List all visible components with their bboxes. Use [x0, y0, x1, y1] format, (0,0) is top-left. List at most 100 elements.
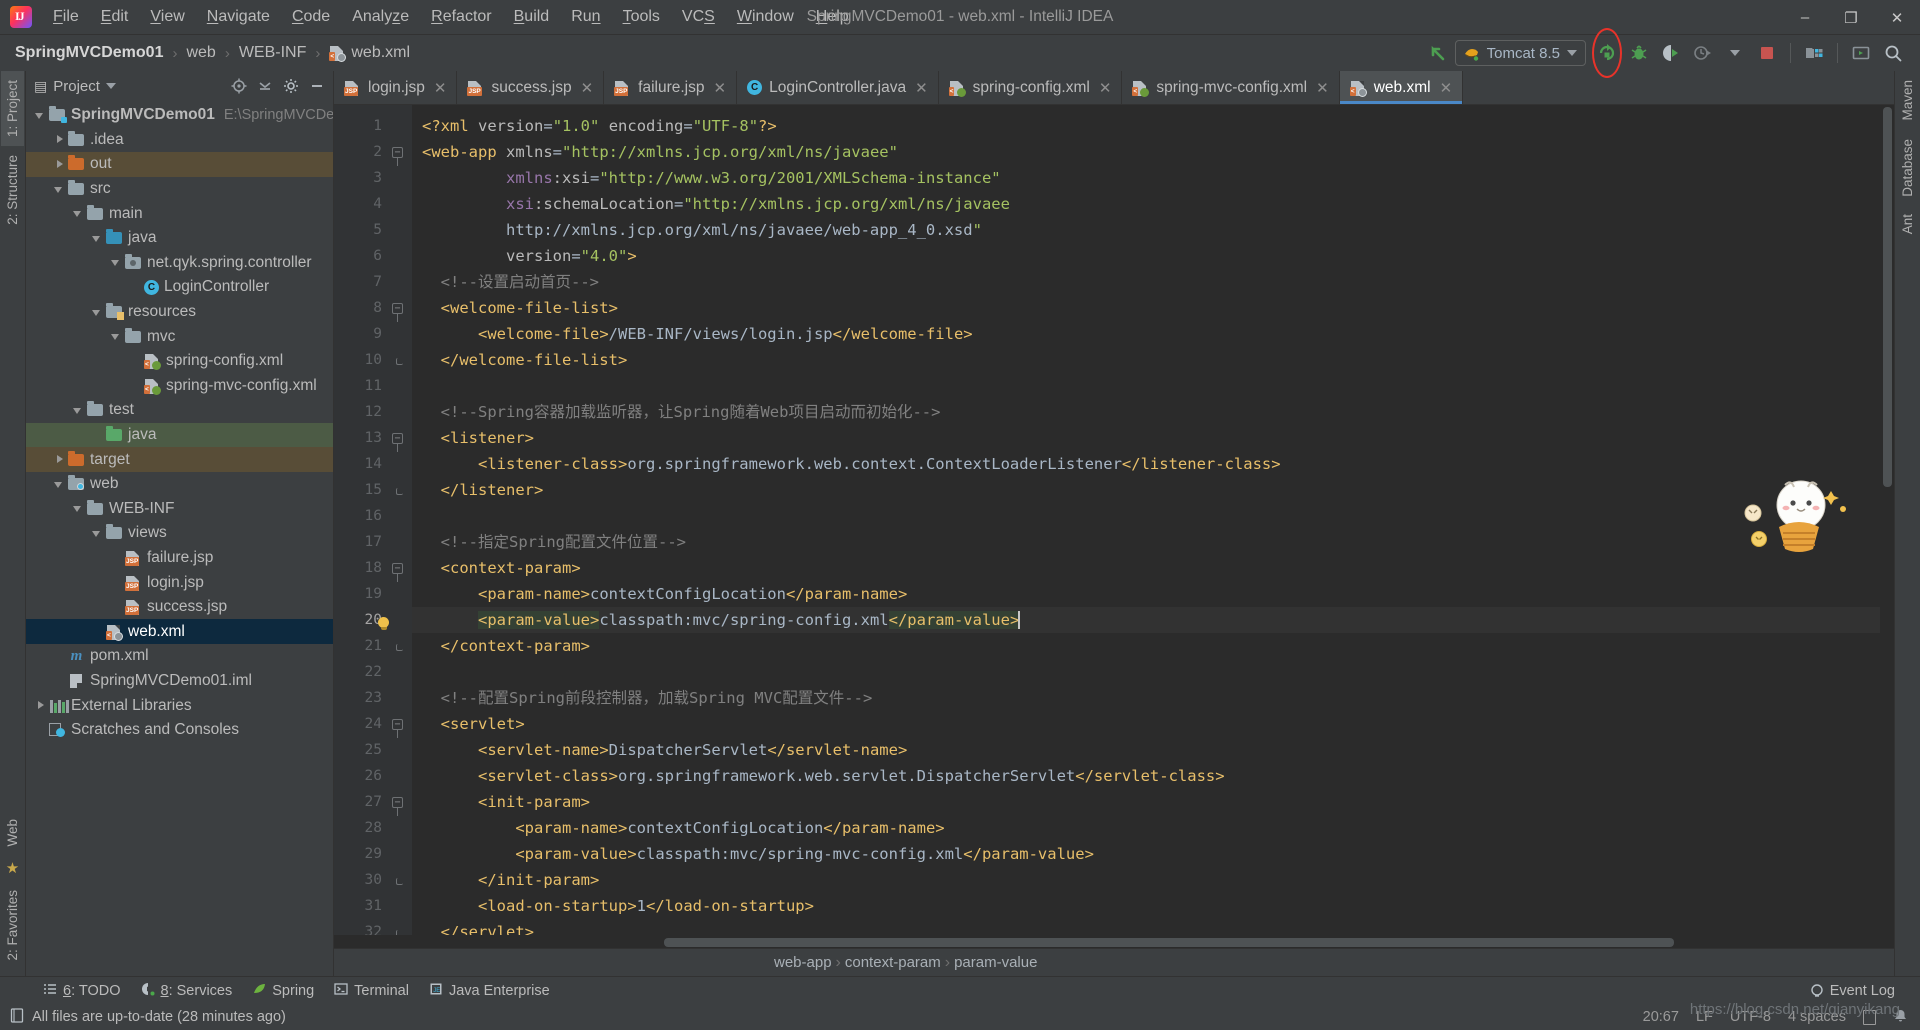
- tree-node-web[interactable]: web: [26, 472, 333, 497]
- code-line[interactable]: <param-name>contextConfigLocation</param…: [412, 581, 1894, 607]
- settings-gear-icon[interactable]: [279, 74, 303, 98]
- editor-tab-logincontroller-java[interactable]: C LoginController.java ✕: [737, 71, 939, 104]
- tree-node--idea[interactable]: .idea: [26, 128, 333, 153]
- code-line[interactable]: [412, 659, 1894, 685]
- editor-tab-login-jsp[interactable]: JSP login.jsp ✕: [334, 71, 458, 104]
- tool-window-button-java-enterprise[interactable]: JE Java Enterprise: [420, 979, 559, 1003]
- menu-item-vcs[interactable]: VCS: [671, 4, 726, 30]
- code-line[interactable]: <load-on-startup>1</load-on-startup>: [412, 893, 1894, 919]
- code-line[interactable]: <?xml version="1.0" encoding="UTF-8"?>: [412, 113, 1894, 139]
- sidebar-tab-database[interactable]: Database: [1896, 130, 1919, 206]
- editor-gutter[interactable]: 1 2− 3 4 5 6 7 8− 9 10 11 12 13− 14 15 16 17 18− 19 20 21 22 2…: [334, 105, 412, 940]
- tree-node-springmvcdemo01-iml[interactable]: SpringMVCDemo01.iml: [26, 669, 333, 694]
- code-line[interactable]: </context-param>: [412, 633, 1894, 659]
- fold-collapse-icon[interactable]: −: [392, 797, 403, 808]
- breadcrumb-item-web[interactable]: web: [181, 42, 220, 64]
- debug-icon[interactable]: [1624, 39, 1654, 67]
- fold-collapse-icon[interactable]: −: [392, 433, 403, 444]
- tree-node-src[interactable]: src: [26, 177, 333, 202]
- code-line[interactable]: <context-param>: [412, 555, 1894, 581]
- profiler-dropdown-icon[interactable]: [1720, 39, 1750, 67]
- editor-breadcrumb-item-param-value[interactable]: param-value: [954, 954, 1037, 971]
- editor-vertical-scrollbar[interactable]: ✓: [1880, 105, 1894, 935]
- menu-item-analyze[interactable]: Analyze: [341, 4, 420, 30]
- run-with-coverage-icon[interactable]: [1656, 39, 1686, 67]
- tree-node-web-inf[interactable]: WEB-INF: [26, 497, 333, 522]
- close-icon[interactable]: ✕: [434, 79, 447, 97]
- menu-item-edit[interactable]: Edit: [90, 4, 140, 30]
- target-icon[interactable]: [227, 74, 251, 98]
- code-line[interactable]: </servlet>: [412, 919, 1894, 935]
- tree-node-resources[interactable]: resources: [26, 300, 333, 325]
- sidebar-tab-structure[interactable]: 2: Structure: [1, 146, 24, 234]
- code-line[interactable]: <!--设置启动首页-->: [412, 269, 1894, 295]
- menu-item-window[interactable]: Window: [726, 4, 805, 30]
- close-button[interactable]: ✕: [1874, 0, 1920, 35]
- tree-node-logincontroller[interactable]: C LoginController: [26, 275, 333, 300]
- code-line[interactable]: http://xmlns.jcp.org/xml/ns/javaee/web-a…: [412, 217, 1894, 243]
- project-structure-icon[interactable]: [1799, 39, 1829, 67]
- code-line[interactable]: </welcome-file-list>: [412, 347, 1894, 373]
- fold-end-icon[interactable]: [396, 878, 403, 885]
- tree-node-spring-mvc-config-xml[interactable]: < spring-mvc-config.xml: [26, 374, 333, 399]
- tree-node-test[interactable]: test: [26, 398, 333, 423]
- code-line[interactable]: xsi:schemaLocation="http://xmlns.jcp.org…: [412, 191, 1894, 217]
- tool-window-button-8-services[interactable]: 8: Services: [132, 979, 242, 1003]
- tree-toggle-down-icon[interactable]: [72, 207, 85, 220]
- code-line[interactable]: <param-value>classpath:mvc/spring-config…: [412, 607, 1894, 633]
- code-line[interactable]: <!--指定Spring配置文件位置-->: [412, 529, 1894, 555]
- editor-breadcrumb-item-web-app[interactable]: web-app: [774, 954, 832, 971]
- close-icon[interactable]: ✕: [1440, 79, 1453, 97]
- tree-toggle-right-icon[interactable]: [53, 133, 66, 146]
- fold-collapse-icon[interactable]: −: [392, 147, 403, 158]
- tool-window-button-6-todo[interactable]: 6: TODO: [34, 979, 130, 1003]
- profiler-icon[interactable]: [1688, 39, 1718, 67]
- editor-tab-failure-jsp[interactable]: JSP failure.jsp ✕: [604, 71, 738, 104]
- tree-toggle-right-icon[interactable]: [53, 158, 66, 171]
- tree-toggle-down-icon[interactable]: [110, 330, 123, 343]
- search-everywhere-icon[interactable]: [1878, 39, 1908, 67]
- menu-item-refactor[interactable]: Refactor: [420, 4, 502, 30]
- close-icon[interactable]: ✕: [915, 79, 928, 97]
- sidebar-tab-project[interactable]: 1: Project: [1, 71, 24, 147]
- fold-end-icon[interactable]: [396, 488, 403, 495]
- event-log-button[interactable]: Event Log: [1801, 980, 1904, 1002]
- tree-node-java[interactable]: java: [26, 422, 333, 448]
- code-line[interactable]: <web-app xmlns="http://xmlns.jcp.org/xml…: [412, 139, 1894, 165]
- code-line[interactable]: </listener>: [412, 477, 1894, 503]
- tree-node-external-libraries[interactable]: External Libraries: [26, 693, 333, 718]
- menu-item-build[interactable]: Build: [503, 4, 561, 30]
- menu-item-navigate[interactable]: Navigate: [196, 4, 281, 30]
- editor-tab-spring-config-xml[interactable]: < spring-config.xml ✕: [939, 71, 1123, 104]
- code-line[interactable]: <listener-class>org.springframework.web.…: [412, 451, 1894, 477]
- breadcrumb-item-web-inf[interactable]: WEB-INF: [234, 42, 312, 64]
- sidebar-tab-ant[interactable]: Ant: [1896, 205, 1919, 243]
- stop-icon[interactable]: [1752, 39, 1782, 67]
- tree-node-out[interactable]: out: [26, 152, 333, 177]
- menu-item-code[interactable]: Code: [281, 4, 341, 30]
- tree-node-mvc[interactable]: mvc: [26, 324, 333, 349]
- scrollbar-thumb[interactable]: [1883, 107, 1892, 487]
- code-line[interactable]: <init-param>: [412, 789, 1894, 815]
- tree-toggle-down-icon[interactable]: [91, 306, 104, 319]
- code-line[interactable]: <!--配置Spring前段控制器，加载Spring MVC配置文件-->: [412, 685, 1894, 711]
- editor-tab-success-jsp[interactable]: JSP success.jsp ✕: [457, 71, 605, 104]
- tree-toggle-down-icon[interactable]: [72, 502, 85, 515]
- minimize-button[interactable]: –: [1782, 0, 1828, 35]
- code-content[interactable]: <?xml version="1.0" encoding="UTF-8"?> <w…: [412, 105, 1894, 935]
- menu-item-run[interactable]: Run: [560, 4, 611, 30]
- tree-node-success-jsp[interactable]: JSP success.jsp: [26, 595, 333, 620]
- run-configuration-selector[interactable]: Tomcat 8.5: [1454, 40, 1586, 66]
- close-icon[interactable]: ✕: [1316, 79, 1329, 97]
- tree-toggle-right-icon[interactable]: [34, 699, 47, 712]
- tree-node-login-jsp[interactable]: JSP login.jsp: [26, 570, 333, 595]
- fold-end-icon[interactable]: [396, 358, 403, 365]
- tree-node-web-xml[interactable]: < web.xml: [26, 619, 333, 645]
- project-tree[interactable]: SpringMVCDemo01 E:\SpringMVCDem .idea out sr…: [26, 101, 333, 976]
- fold-collapse-icon[interactable]: −: [392, 563, 403, 574]
- menu-item-view[interactable]: View: [139, 4, 195, 30]
- tree-node-main[interactable]: main: [26, 201, 333, 226]
- sidebar-tab-web[interactable]: Web: [1, 810, 24, 856]
- tree-toggle-right-icon[interactable]: [53, 453, 66, 466]
- editor-tab-web-xml[interactable]: < web.xml ✕: [1339, 71, 1464, 104]
